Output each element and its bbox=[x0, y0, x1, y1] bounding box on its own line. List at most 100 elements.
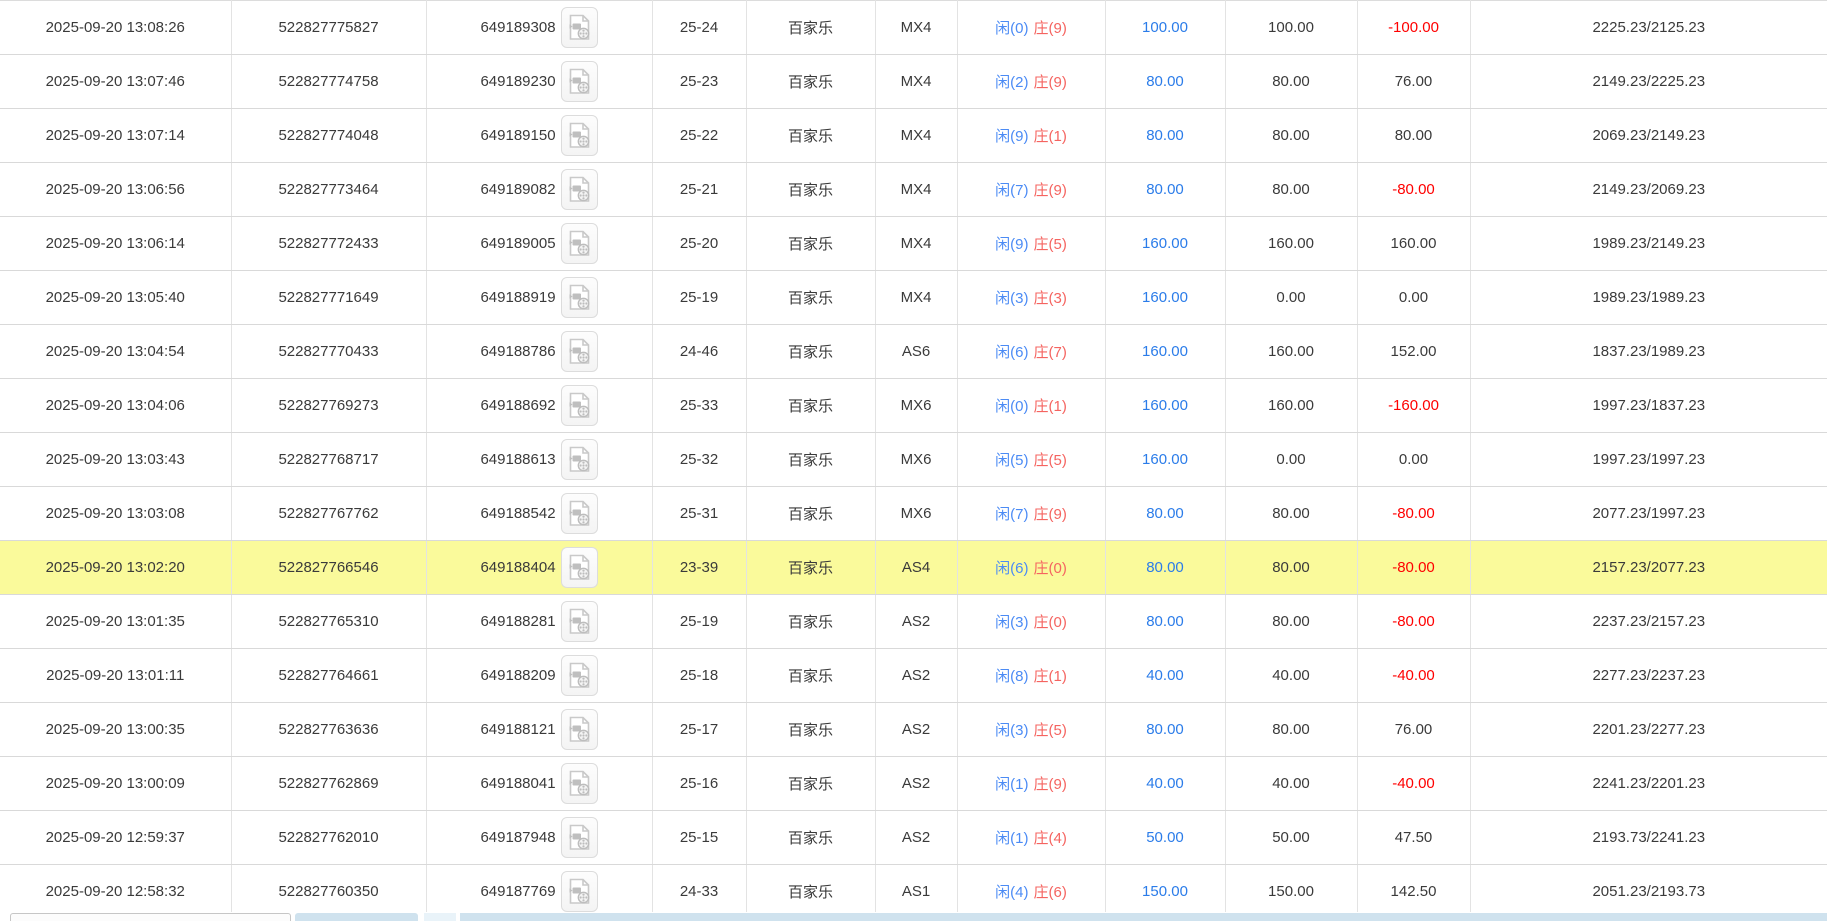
bet-time-cell: 2025-09-20 13:05:40 bbox=[0, 271, 231, 325]
result-cell: 闲(3) 庄(3) bbox=[957, 271, 1105, 325]
player-result: 闲(5) bbox=[995, 452, 1028, 469]
banker-result: 庄(0) bbox=[1034, 614, 1067, 631]
player-result: 闲(3) bbox=[995, 290, 1028, 307]
shoe-round-cell: 25-19 bbox=[652, 271, 746, 325]
player-result: 闲(9) bbox=[995, 128, 1028, 145]
video-replay-button[interactable] bbox=[561, 331, 598, 372]
bet-amount-cell[interactable]: 160.00 bbox=[1105, 325, 1225, 379]
balance-cell: 2241.23/2201.23 bbox=[1470, 757, 1827, 811]
video-replay-button[interactable] bbox=[561, 601, 598, 642]
player-result: 闲(4) bbox=[995, 884, 1028, 901]
result-cell: 闲(1)庄(9) bbox=[957, 757, 1105, 811]
table-row: 2025-09-20 13:06:56 522827773464 6491890… bbox=[0, 163, 1827, 217]
video-record-icon bbox=[568, 176, 591, 203]
video-replay-button[interactable] bbox=[561, 439, 598, 480]
valid-bet-cell: 100.00 bbox=[1225, 1, 1357, 55]
video-replay-button[interactable] bbox=[561, 115, 598, 156]
bet-time-cell: 2025-09-20 13:03:43 bbox=[0, 433, 231, 487]
valid-bet-cell: 80.00 bbox=[1225, 109, 1357, 163]
video-replay-button[interactable] bbox=[561, 871, 598, 912]
game-round-id: 649188542 bbox=[480, 505, 555, 522]
bet-amount-cell[interactable]: 150.00 bbox=[1105, 865, 1225, 919]
bet-amount-cell[interactable]: 160.00 bbox=[1105, 379, 1225, 433]
bet-records-table: 2025-09-20 13:08:26 522827775827 6491893… bbox=[0, 0, 1827, 919]
table-row: 2025-09-20 13:07:46 522827774758 6491892… bbox=[0, 55, 1827, 109]
bet-amount-cell[interactable]: 80.00 bbox=[1105, 163, 1225, 217]
bet-id-cell: 522827773464 bbox=[231, 163, 426, 217]
video-replay-button[interactable] bbox=[561, 7, 598, 48]
balance-cell: 2237.23/2157.23 bbox=[1470, 595, 1827, 649]
game-round-id: 649188121 bbox=[480, 721, 555, 738]
valid-bet-cell: 80.00 bbox=[1225, 595, 1357, 649]
bet-amount-cell[interactable]: 160.00 bbox=[1105, 433, 1225, 487]
video-replay-button[interactable] bbox=[561, 169, 598, 210]
video-replay-button[interactable] bbox=[561, 277, 598, 318]
banker-result: 庄(1) bbox=[1034, 398, 1067, 415]
video-replay-button[interactable] bbox=[561, 763, 598, 804]
result-cell: 闲(3)庄(5) bbox=[957, 703, 1105, 757]
bet-time-cell: 2025-09-20 13:08:26 bbox=[0, 1, 231, 55]
bet-amount-cell[interactable]: 80.00 bbox=[1105, 487, 1225, 541]
game-id-cell: 649187769 bbox=[426, 865, 652, 919]
win-loss-cell: -80.00 bbox=[1357, 487, 1470, 541]
table-row: 2025-09-20 13:08:26 522827775827 6491893… bbox=[0, 1, 1827, 55]
video-replay-button[interactable] bbox=[561, 493, 598, 534]
table-row: 2025-09-20 13:00:09 522827762869 6491880… bbox=[0, 757, 1827, 811]
table-row: 2025-09-20 13:02:20 522827766546 6491884… bbox=[0, 541, 1827, 595]
valid-bet-cell: 80.00 bbox=[1225, 703, 1357, 757]
bet-amount-cell[interactable]: 100.00 bbox=[1105, 1, 1225, 55]
bet-amount-cell[interactable]: 80.00 bbox=[1105, 55, 1225, 109]
bet-id-cell: 522827760350 bbox=[231, 865, 426, 919]
video-replay-button[interactable] bbox=[561, 61, 598, 102]
video-replay-button[interactable] bbox=[561, 817, 598, 858]
bet-amount-cell[interactable]: 50.00 bbox=[1105, 811, 1225, 865]
bet-time-cell: 2025-09-20 13:06:56 bbox=[0, 163, 231, 217]
shoe-round-cell: 25-16 bbox=[652, 757, 746, 811]
bet-amount-cell[interactable]: 40.00 bbox=[1105, 757, 1225, 811]
win-loss-cell: -160.00 bbox=[1357, 379, 1470, 433]
game-name-cell: 百家乐 bbox=[746, 55, 875, 109]
valid-bet-cell: 40.00 bbox=[1225, 757, 1357, 811]
balance-cell: 2225.23/2125.23 bbox=[1470, 1, 1827, 55]
bet-id-cell: 522827769273 bbox=[231, 379, 426, 433]
valid-bet-cell: 80.00 bbox=[1225, 163, 1357, 217]
banker-result: 庄(3) bbox=[1034, 290, 1067, 307]
bet-amount-cell[interactable]: 80.00 bbox=[1105, 109, 1225, 163]
table-row: 2025-09-20 13:04:06 522827769273 6491886… bbox=[0, 379, 1827, 433]
footer-input[interactable] bbox=[10, 913, 291, 921]
bet-time-cell: 2025-09-20 13:07:14 bbox=[0, 109, 231, 163]
result-cell: 闲(7)庄(9) bbox=[957, 487, 1105, 541]
bet-amount-cell[interactable]: 160.00 bbox=[1105, 217, 1225, 271]
video-replay-button[interactable] bbox=[561, 385, 598, 426]
bet-time-cell: 2025-09-20 13:00:09 bbox=[0, 757, 231, 811]
valid-bet-cell: 0.00 bbox=[1225, 433, 1357, 487]
footer-button[interactable] bbox=[295, 913, 418, 921]
game-name-cell: 百家乐 bbox=[746, 865, 875, 919]
bet-amount-cell[interactable]: 80.00 bbox=[1105, 541, 1225, 595]
shoe-round-cell: 25-24 bbox=[652, 1, 746, 55]
valid-bet-cell: 160.00 bbox=[1225, 217, 1357, 271]
player-result: 闲(1) bbox=[995, 776, 1028, 793]
game-id-cell: 649188692 bbox=[426, 379, 652, 433]
table-row: 2025-09-20 13:03:08 522827767762 6491885… bbox=[0, 487, 1827, 541]
video-replay-button[interactable] bbox=[561, 709, 598, 750]
table-row: 2025-09-20 13:04:54 522827770433 6491887… bbox=[0, 325, 1827, 379]
bet-amount-cell[interactable]: 80.00 bbox=[1105, 703, 1225, 757]
video-replay-button[interactable] bbox=[561, 223, 598, 264]
game-round-id: 649188786 bbox=[480, 343, 555, 360]
shoe-round-cell: 25-23 bbox=[652, 55, 746, 109]
bet-amount-cell[interactable]: 160.00 bbox=[1105, 271, 1225, 325]
video-record-icon bbox=[568, 500, 591, 527]
bet-amount-cell[interactable]: 40.00 bbox=[1105, 649, 1225, 703]
table-code-cell: MX4 bbox=[875, 217, 957, 271]
bet-amount-cell[interactable]: 80.00 bbox=[1105, 595, 1225, 649]
player-result: 闲(1) bbox=[995, 830, 1028, 847]
video-replay-button[interactable] bbox=[561, 655, 598, 696]
game-round-id: 649188041 bbox=[480, 775, 555, 792]
bet-time-cell: 2025-09-20 13:04:06 bbox=[0, 379, 231, 433]
win-loss-cell: -40.00 bbox=[1357, 757, 1470, 811]
player-result: 闲(6) bbox=[995, 344, 1028, 361]
win-loss-cell: -80.00 bbox=[1357, 541, 1470, 595]
video-replay-button[interactable] bbox=[561, 547, 598, 588]
win-loss-cell: -80.00 bbox=[1357, 163, 1470, 217]
